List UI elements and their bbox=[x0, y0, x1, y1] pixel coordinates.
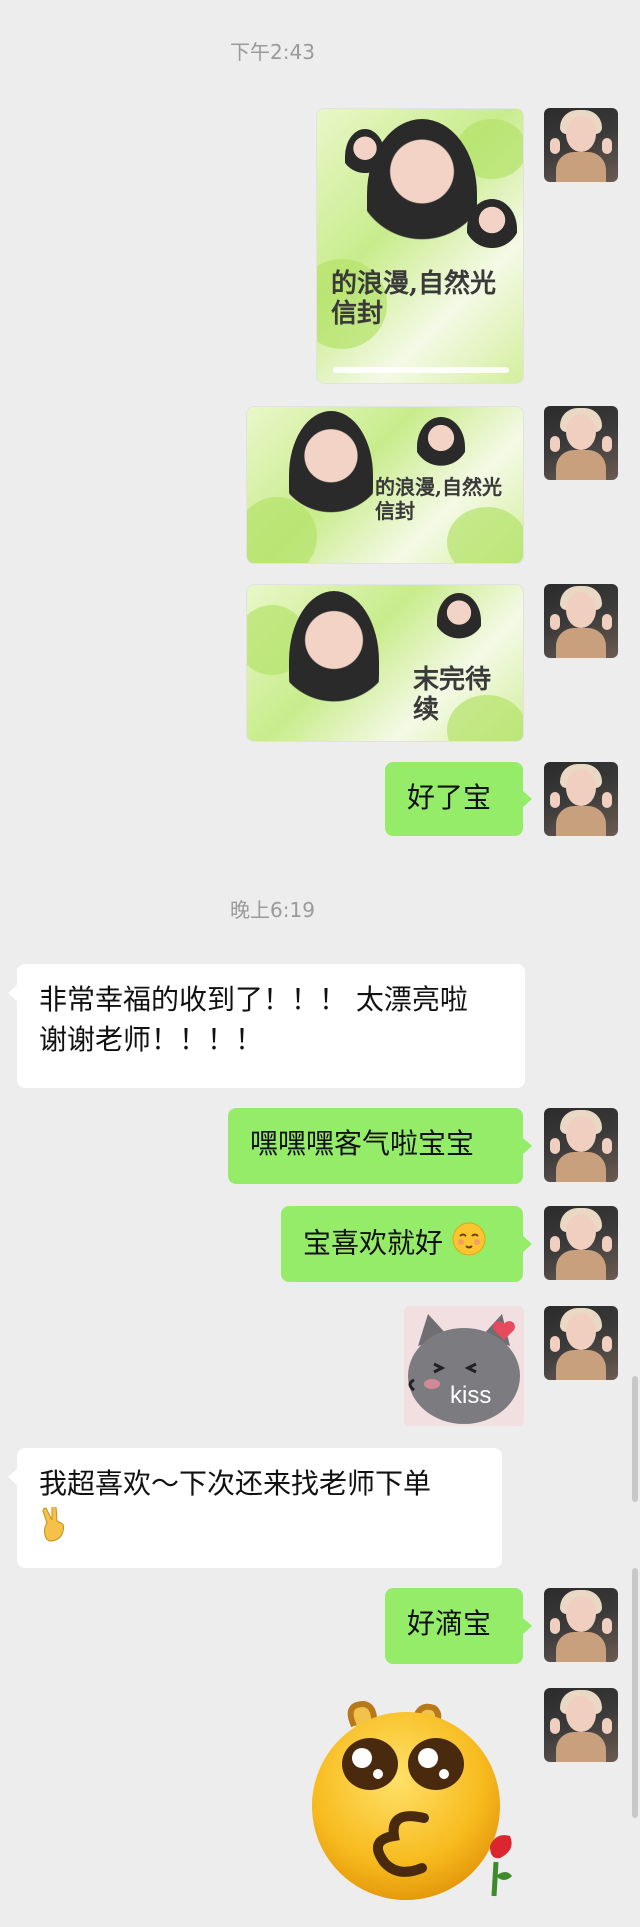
my-avatar[interactable] bbox=[544, 762, 618, 836]
timestamp: 晚上6:19 bbox=[230, 898, 315, 922]
victory-hand-icon bbox=[39, 1504, 480, 1544]
sticker-image[interactable]: kiss bbox=[404, 1306, 524, 1426]
my-avatar[interactable] bbox=[544, 406, 618, 480]
sent-message[interactable]: 嘿嘿嘿客气啦宝宝 bbox=[228, 1108, 523, 1184]
image-caption: 的浪漫,自然光信封 bbox=[375, 475, 502, 523]
received-message-line: 非常幸福的收到了！！！ 太漂亮啦 bbox=[39, 983, 468, 1016]
my-avatar[interactable] bbox=[544, 1688, 618, 1762]
my-avatar[interactable] bbox=[544, 1108, 618, 1182]
my-avatar[interactable] bbox=[544, 1588, 618, 1662]
blush-emoji-icon bbox=[452, 1222, 486, 1267]
sent-image[interactable]: 的浪漫,自然光信封 bbox=[246, 406, 524, 564]
sent-message[interactable]: 宝喜欢就好 bbox=[281, 1206, 523, 1282]
scrollbar[interactable] bbox=[632, 1376, 638, 1502]
my-avatar[interactable] bbox=[544, 1206, 618, 1280]
kissing-emoji-with-rose-icon[interactable] bbox=[310, 1700, 526, 1900]
sent-message[interactable]: 好滴宝 bbox=[385, 1588, 523, 1664]
my-avatar[interactable] bbox=[544, 108, 618, 182]
my-avatar[interactable] bbox=[544, 1306, 618, 1380]
sticker-text: kiss bbox=[450, 1382, 492, 1409]
sent-message[interactable]: 好了宝 bbox=[385, 762, 523, 836]
sent-image[interactable]: 的浪漫,自然光信封 bbox=[316, 108, 524, 384]
sent-image[interactable]: 末完待续 bbox=[246, 584, 524, 742]
sent-message-text: 宝喜欢就好 bbox=[303, 1226, 444, 1260]
received-message-line: 我超喜欢～下次还来找老师下单 bbox=[39, 1467, 432, 1500]
timestamp: 下午2:43 bbox=[230, 40, 315, 64]
received-message[interactable]: 我超喜欢～下次还来找老师下单 bbox=[17, 1448, 502, 1568]
image-caption: 的浪漫,自然光信封 bbox=[331, 269, 497, 329]
image-caption: 末完待续 bbox=[413, 665, 492, 725]
received-message-line: 谢谢老师！！！！ bbox=[39, 1023, 264, 1056]
scrollbar[interactable] bbox=[632, 1568, 638, 1818]
received-message[interactable]: 非常幸福的收到了！！！ 太漂亮啦 谢谢老师！！！！ bbox=[17, 964, 525, 1088]
my-avatar[interactable] bbox=[544, 584, 618, 658]
